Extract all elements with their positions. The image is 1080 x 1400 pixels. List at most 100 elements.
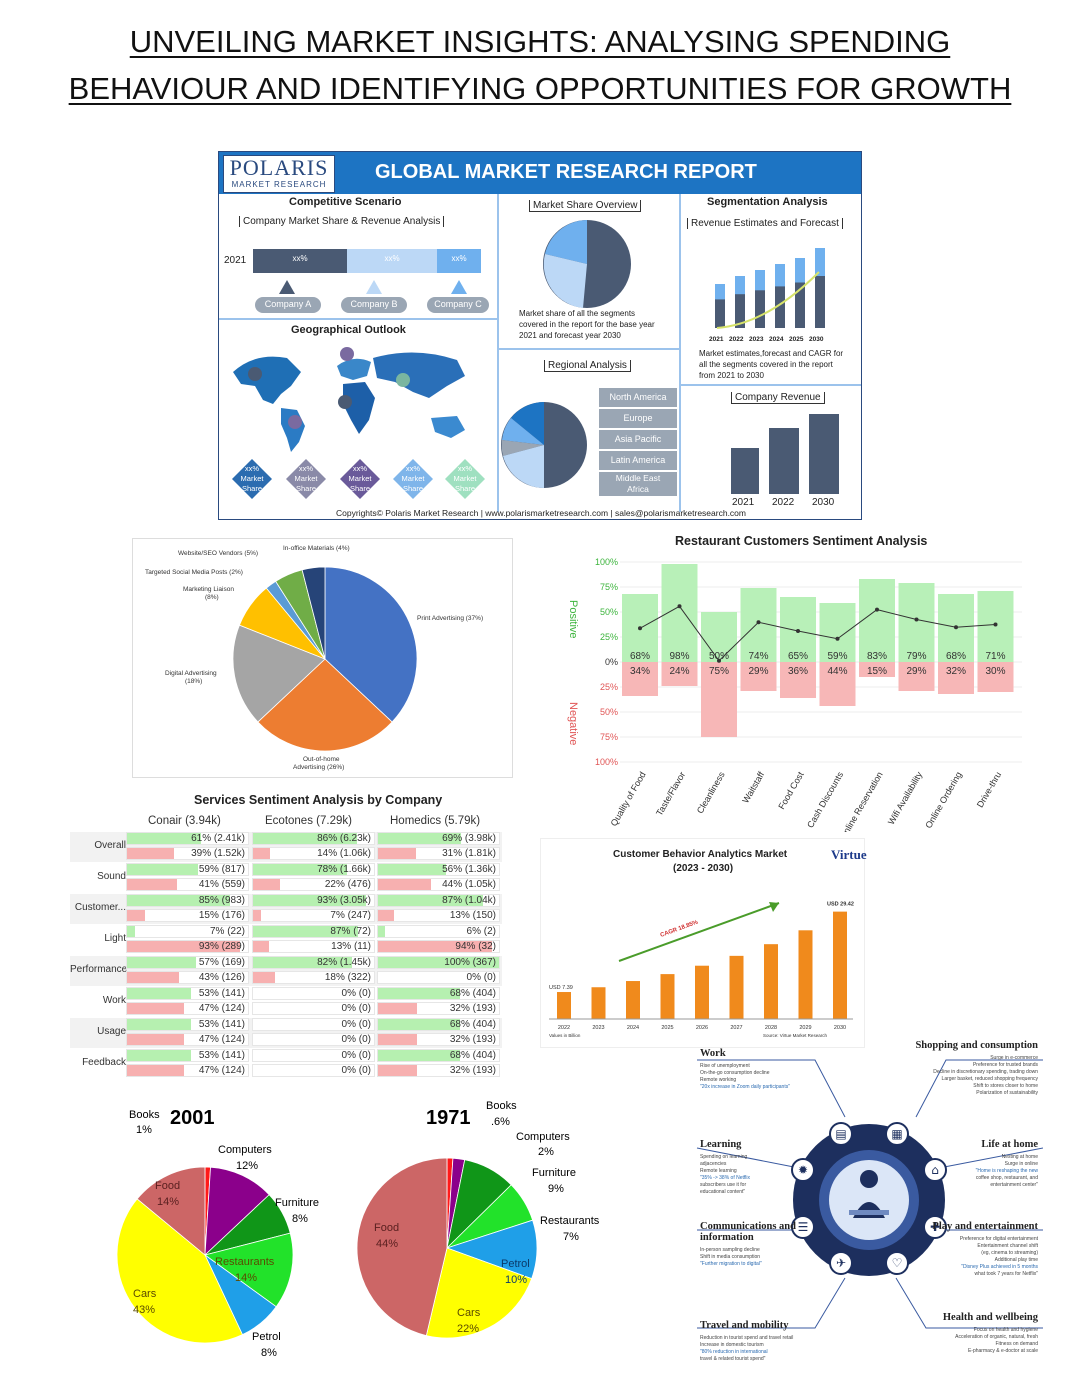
sentiment-trend-point xyxy=(835,636,840,641)
company-c-label: Company C xyxy=(434,299,482,309)
positive-label: 50% xyxy=(709,651,729,662)
cba-year-label: 2026 xyxy=(696,1025,708,1031)
negative-label: 34% xyxy=(630,666,650,677)
cell-value: 93% (3.05k) xyxy=(317,895,371,906)
seg-years: 2021 2022 2023 2024 2025 2030 xyxy=(709,336,824,343)
negative-fill xyxy=(378,848,416,859)
cba-first-value: USD 7.39 xyxy=(549,985,573,991)
cba-chart: 2022 2023 2024 2025 2026 2027 2028 2029 2030 USD … xyxy=(549,902,854,1038)
wheel-section: Shopping and consumption Surge in e-comme… xyxy=(898,1040,1038,1097)
rev-year-2030: 2030 xyxy=(812,497,835,508)
p71-food: Food xyxy=(374,1222,399,1234)
category-label: Taste/Flavor xyxy=(654,770,687,817)
ad-pie-panel: Website/SEO Vendors (5%) In-office Mater… xyxy=(132,538,513,778)
cell-value: 59% (817) xyxy=(198,864,245,875)
p71-books-pct: .6% xyxy=(491,1116,510,1128)
sentiment-tick: 0% xyxy=(605,657,618,667)
wheel-section-heading: Play and entertainment xyxy=(932,1221,1038,1232)
wheel-section-line: Nesting at home xyxy=(1001,1154,1038,1160)
cell-value: 32% (193) xyxy=(449,1034,496,1045)
wheel-section-line: On-the-go consumption decline xyxy=(700,1070,770,1076)
negative-fill xyxy=(378,1034,417,1045)
wheel-section-heading: Work xyxy=(700,1048,726,1059)
positive-cell: 7% (22) xyxy=(126,925,249,938)
sentiment-tick: 50% xyxy=(600,607,618,617)
cell-value: 56% (1.36k) xyxy=(442,864,496,875)
p01-furniture: Furniture xyxy=(275,1197,319,1209)
cell-value: 82% (1.45k) xyxy=(317,957,371,968)
page-title-line-2: BEHAVIOUR AND IDENTIFYING OPPORTUNITIES … xyxy=(68,71,1012,106)
cba-cagr: CAGR 18.85% xyxy=(660,919,700,938)
cell-value: 86% (6.23k) xyxy=(317,833,371,844)
wheel-section-heading: Communications and information xyxy=(700,1221,796,1243)
negative-fill xyxy=(253,941,269,952)
positive-cell: 53% (141) xyxy=(126,1018,249,1031)
p01-computers: Computers xyxy=(218,1144,272,1156)
cba-year-label: 2025 xyxy=(661,1025,673,1031)
cell-value: 0% (0) xyxy=(341,1034,371,1045)
polaris-divider-h1 xyxy=(219,318,497,320)
wheel-section-line: Acceleration of organic, natural, fresh xyxy=(955,1334,1038,1340)
cell-value: 44% (1.05k) xyxy=(442,879,496,890)
ad-label-website: Website/SEO Vendors (5%) xyxy=(178,550,258,557)
cba-subtitle: (2023 - 2030) xyxy=(673,863,734,874)
positive-cell: 0% (0) xyxy=(252,987,375,1000)
negative-cell: 47% (124) xyxy=(126,1064,249,1077)
p01-petrol: Petrol xyxy=(252,1331,281,1343)
positive-fill xyxy=(378,988,461,999)
pie-2001-panel: 2001 Books 1% Computers 12% Furniture 8%… xyxy=(95,1100,340,1365)
positive-cell: 82% (1.45k) xyxy=(252,956,375,969)
competitive-heading: Competitive Scenario xyxy=(289,196,402,208)
p71-books: Books xyxy=(486,1100,517,1112)
services-title: Services Sentiment Analysis by Company xyxy=(194,793,443,807)
negative-fill xyxy=(127,1065,184,1076)
pie-1971-panel: 1971 Books .6% Computers 2% Furniture 9%… xyxy=(355,1098,615,1348)
cba-year-label: 2022 xyxy=(558,1025,570,1031)
cell-value: 13% (150) xyxy=(449,910,496,921)
ad-label-social: Targeted Social Media Posts (2%) xyxy=(145,569,243,576)
sentiment-tick: 25% xyxy=(600,632,618,642)
negative-label: 29% xyxy=(906,666,926,677)
wheel-section-line: Additional play time xyxy=(994,1257,1038,1263)
cba-title: Customer Behavior Analytics Market xyxy=(613,849,788,860)
cell-value: 18% (322) xyxy=(324,972,371,983)
wheel-section: Work Rise of unemployment On-the-go consum… xyxy=(700,1048,840,1091)
polaris-header-title: GLOBAL MARKET RESEARCH REPORT xyxy=(375,161,757,183)
sentiment-tick: 75% xyxy=(600,732,618,742)
rev-est-heading: Revenue Estimates and Forecast xyxy=(687,218,843,229)
category-label: Online Ordering xyxy=(923,770,963,830)
wheel-section-line: Focus on health and hygiene xyxy=(973,1327,1038,1333)
p71-restaurants: Restaurants xyxy=(540,1215,600,1227)
region-middle-east-africa: Middle East Africa xyxy=(599,472,677,496)
positive-cell: 86% (6.23k) xyxy=(252,832,375,845)
behaviour-wheel-panel: ▤ ▦ ✹ ⌂ ☰ ✚ ✈ ♡ Work Rise of unemployment On-the-… xyxy=(695,1040,1043,1395)
positive-cell: 57% (169) xyxy=(126,956,249,969)
sentiment-trend-point xyxy=(677,604,682,609)
negative-cell: 0% (0) xyxy=(252,1033,375,1046)
sentiment-panel: Restaurant Customers Sentiment Analysis … xyxy=(560,530,1030,832)
wheel-section-line: subscribers use it for xyxy=(700,1182,747,1188)
negative-label: 30% xyxy=(985,666,1005,677)
positive-cell: 59% (817) xyxy=(126,863,249,876)
negative-cell: 43% (126) xyxy=(126,971,249,984)
wheel-section: Communications and information In-person … xyxy=(700,1221,840,1268)
wheel-section-line: (eg, cinema to streaming) xyxy=(981,1250,1038,1256)
cba-year-label: 2029 xyxy=(799,1025,811,1031)
cell-value: 94% (32) xyxy=(455,941,496,952)
positive-cell: 53% (141) xyxy=(126,987,249,1000)
cell-value: 53% (141) xyxy=(198,988,245,999)
regional-pie xyxy=(501,402,587,488)
ms-overview-heading: Market Share Overview xyxy=(529,200,642,212)
positive-fill xyxy=(378,864,446,875)
p01-books: Books xyxy=(129,1109,160,1121)
ad-label-ooh-2: Advertising (26%) xyxy=(293,764,344,771)
polaris-divider-h3 xyxy=(681,384,861,386)
row-label: Work xyxy=(102,995,126,1006)
wheel-section: Play and entertainment Preference for dig… xyxy=(898,1221,1038,1278)
sentiment-trend-point xyxy=(914,617,919,622)
pie-2001-title: 2001 xyxy=(170,1107,215,1129)
negative-label: 24% xyxy=(669,666,689,677)
wheel-section: Life at home Nesting at home Surge in onli… xyxy=(898,1139,1038,1189)
p71-restaurants-pct: 7% xyxy=(563,1231,579,1243)
negative-cell: 32% (193) xyxy=(377,1002,500,1015)
